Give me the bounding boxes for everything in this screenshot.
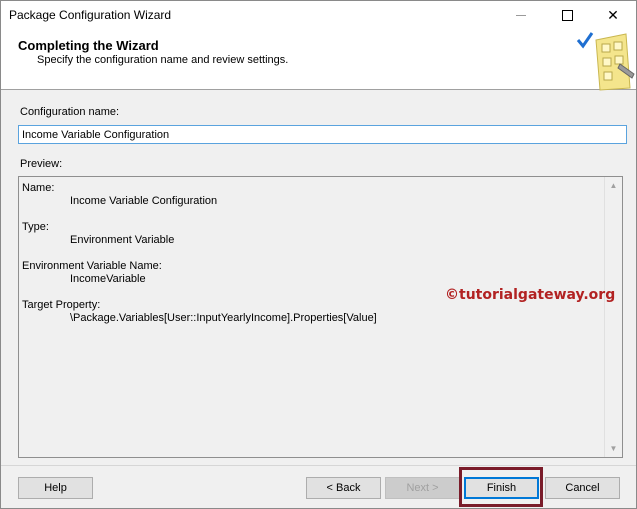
preview-value-type: Environment Variable — [70, 234, 175, 246]
wizard-checklist-icon — [576, 32, 635, 91]
preview-value-name: Income Variable Configuration — [70, 195, 218, 207]
help-button[interactable]: Help — [18, 477, 93, 499]
close-button[interactable]: ✕ — [590, 1, 636, 30]
preview-value-target: \Package.Variables[User::InputYearlyInco… — [70, 312, 377, 324]
preview-text: Name: Income Variable Configuration Type… — [22, 182, 602, 338]
preview-heading-env-var: Environment Variable Name: — [22, 260, 162, 272]
config-name-label: Configuration name: — [20, 106, 120, 118]
preview-heading-name: Name: — [22, 182, 55, 194]
preview-value-env-var: IncomeVariable — [70, 273, 146, 285]
footer-divider — [1, 465, 636, 466]
next-button[interactable]: Next > — [385, 477, 460, 499]
maximize-icon — [561, 10, 573, 21]
close-icon: ✕ — [607, 7, 619, 23]
finish-highlight-box — [459, 467, 543, 507]
title-bar[interactable]: Package Configuration Wizard ✕ — [1, 1, 636, 30]
minimize-icon — [516, 15, 526, 16]
cancel-button[interactable]: Cancel — [545, 477, 620, 499]
config-name-input[interactable] — [18, 125, 627, 144]
scroll-up-icon[interactable]: ▲ — [605, 177, 622, 194]
wizard-window: Package Configuration Wizard ✕ Completin… — [0, 0, 637, 509]
back-button[interactable]: < Back — [306, 477, 381, 499]
preview-scrollbar[interactable]: ▲ ▼ — [604, 177, 622, 457]
preview-box[interactable]: Name: Income Variable Configuration Type… — [18, 176, 623, 458]
wizard-header: Completing the Wizard Specify the config… — [1, 30, 636, 91]
maximize-button[interactable] — [544, 1, 590, 30]
preview-heading-type: Type: — [22, 221, 49, 233]
page-title: Completing the Wizard — [18, 38, 159, 53]
minimize-button[interactable] — [498, 1, 544, 30]
window-title: Package Configuration Wizard — [9, 8, 172, 22]
page-subtitle: Specify the configuration name and revie… — [37, 54, 289, 66]
preview-label: Preview: — [20, 158, 63, 170]
scroll-down-icon[interactable]: ▼ — [605, 440, 622, 457]
watermark: ©tutorialgateway.org — [445, 287, 616, 303]
